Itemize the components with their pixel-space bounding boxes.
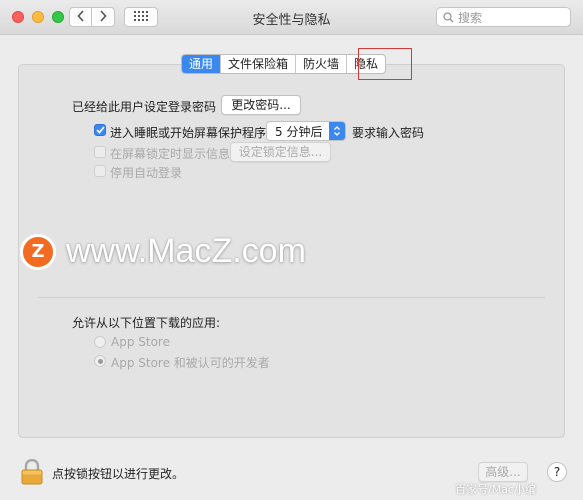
change-password-button[interactable]: 更改密码...: [221, 95, 301, 115]
macz-logo-letter: Z: [31, 241, 45, 262]
radio-selected-dot: [97, 358, 103, 364]
password-delay-select[interactable]: 5 分钟后: [266, 121, 346, 141]
lock-icon[interactable]: [21, 458, 43, 488]
minimize-window-button[interactable]: [32, 11, 44, 23]
privacy-tab-highlight-box: [358, 48, 412, 80]
radio-app-store-label: App Store: [111, 335, 170, 349]
grid-icon: [134, 10, 148, 24]
title-bar: 安全性与隐私 搜索: [0, 0, 583, 35]
password-set-label: 已经给此用户设定登录密码: [72, 100, 217, 114]
lock-hint-text: 点按锁按钮以进行更改。: [52, 467, 185, 481]
downloads-heading: 允许从以下位置下载的应用:: [72, 316, 221, 330]
chevron-right-icon: [99, 9, 107, 25]
show-message-checkbox[interactable]: [94, 146, 106, 158]
require-password-checkbox[interactable]: [94, 124, 106, 136]
checkmark-icon: [95, 126, 105, 134]
show-message-label: 在屏幕锁定时显示信息: [110, 147, 231, 161]
tab-firewall[interactable]: 防火墙: [296, 55, 348, 73]
close-window-button[interactable]: [12, 11, 24, 23]
tab-filevault[interactable]: 文件保险箱: [221, 55, 297, 73]
watermark-text: www.MacZ.com: [66, 232, 306, 270]
updown-arrows-icon: [329, 122, 345, 140]
help-button[interactable]: ?: [547, 462, 567, 482]
require-password-label: 进入睡眠或开始屏幕保护程序: [110, 126, 267, 140]
password-delay-value: 5 分钟后: [275, 124, 323, 139]
macz-logo-icon: Z: [20, 233, 56, 270]
section-divider: [38, 297, 545, 298]
tab-bar: 通用 文件保险箱 防火墙 隐私: [181, 54, 387, 74]
forward-button[interactable]: [92, 7, 115, 27]
radio-app-store[interactable]: [94, 336, 106, 348]
require-password-suffix: 要求输入密码: [352, 126, 425, 140]
search-input[interactable]: 搜索: [436, 7, 571, 27]
watermark: Z www.MacZ.com: [20, 232, 306, 271]
set-lock-message-button[interactable]: 设定锁定信息...: [230, 142, 331, 162]
advanced-button[interactable]: 高级...: [478, 462, 528, 482]
disable-autologin-label: 停用自动登录: [110, 166, 183, 180]
search-placeholder: 搜索: [458, 10, 483, 25]
back-button[interactable]: [69, 7, 92, 27]
window-title: 安全性与隐私: [252, 13, 331, 28]
show-all-button[interactable]: [124, 7, 158, 27]
chevron-left-icon: [76, 9, 85, 25]
radio-app-store-identified[interactable]: [94, 355, 106, 367]
corner-watermark-text: 百家号/Mac小编: [455, 483, 536, 496]
radio-app-store-identified-label: App Store 和被认可的开发者: [111, 356, 270, 370]
search-icon: [443, 11, 454, 23]
disable-autologin-checkbox[interactable]: [94, 165, 106, 177]
zoom-window-button[interactable]: [52, 11, 64, 23]
tab-general[interactable]: 通用: [182, 55, 222, 73]
